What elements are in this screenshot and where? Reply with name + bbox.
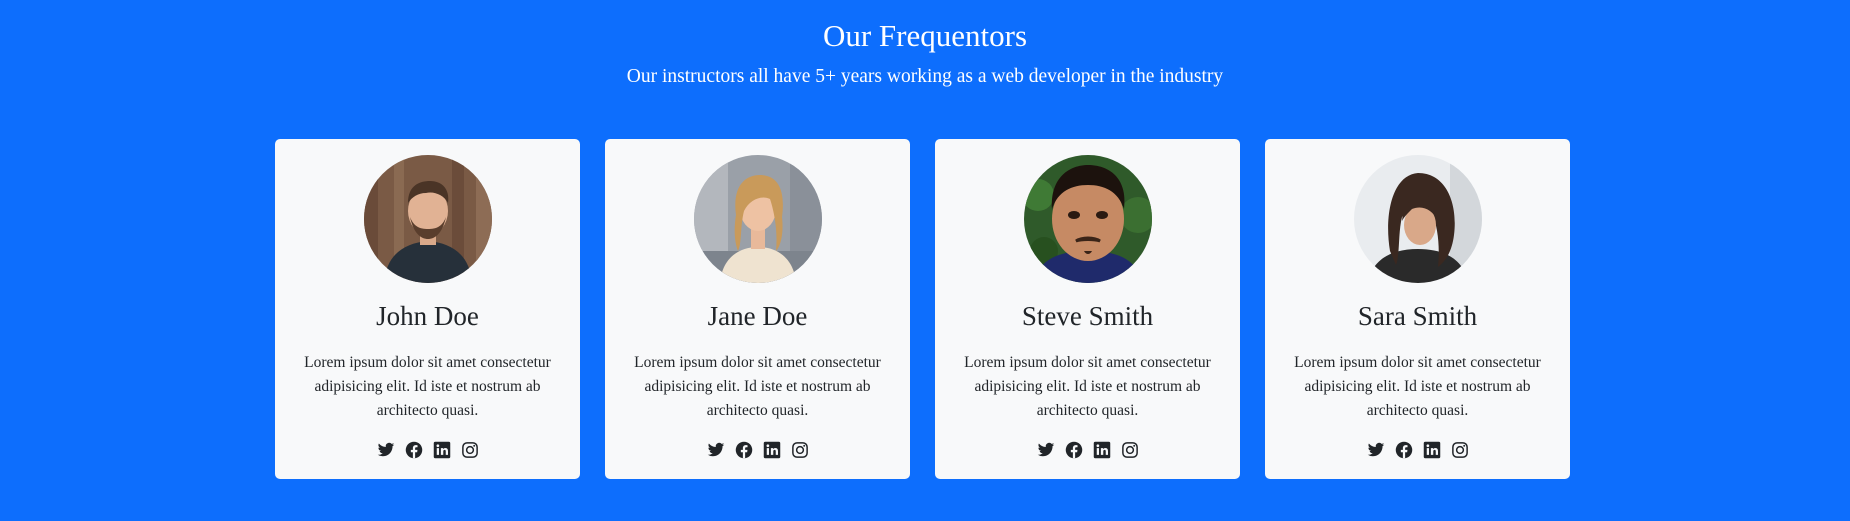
section-subtitle: Our instructors all have 5+ years workin… bbox=[626, 66, 1224, 87]
linkedin-icon[interactable] bbox=[1423, 441, 1441, 459]
twitter-icon[interactable] bbox=[1367, 441, 1385, 459]
social-links bbox=[275, 441, 580, 459]
instructors-section: Our Frequentors Our instructors all have… bbox=[0, 0, 1850, 521]
facebook-icon[interactable] bbox=[735, 441, 753, 459]
linkedin-icon[interactable] bbox=[763, 441, 781, 459]
twitter-icon[interactable] bbox=[707, 441, 725, 459]
instructor-card: John Doe Lorem ipsum dolor sit amet cons… bbox=[275, 139, 580, 479]
instagram-icon[interactable] bbox=[1451, 441, 1469, 459]
social-links bbox=[605, 441, 910, 459]
avatar bbox=[694, 155, 822, 283]
avatar bbox=[1024, 155, 1152, 283]
facebook-icon[interactable] bbox=[1065, 441, 1083, 459]
avatar bbox=[364, 155, 492, 283]
instructor-card: Sara Smith Lorem ipsum dolor sit amet co… bbox=[1265, 139, 1570, 479]
instructor-name: John Doe bbox=[376, 301, 479, 331]
instructor-name: Steve Smith bbox=[1021, 301, 1154, 331]
facebook-icon[interactable] bbox=[1395, 441, 1413, 459]
instructor-card: Steve Smith Lorem ipsum dolor sit amet c… bbox=[935, 139, 1240, 479]
instagram-icon[interactable] bbox=[791, 441, 809, 459]
instructor-bio: Lorem ipsum dolor sit amet consectetur a… bbox=[304, 354, 551, 419]
twitter-icon[interactable] bbox=[1037, 441, 1055, 459]
avatar bbox=[1354, 155, 1482, 283]
instructor-name: Sara Smith bbox=[1357, 301, 1478, 331]
twitter-icon[interactable] bbox=[377, 441, 395, 459]
instructor-bio: Lorem ipsum dolor sit amet consectetur a… bbox=[1294, 354, 1541, 419]
section-title: Our Frequentors bbox=[822, 18, 1028, 53]
instructor-bio: Lorem ipsum dolor sit amet consectetur a… bbox=[634, 354, 881, 419]
instructor-cards: John Doe Lorem ipsum dolor sit amet cons… bbox=[0, 139, 1850, 479]
facebook-icon[interactable] bbox=[405, 441, 423, 459]
instructor-bio: Lorem ipsum dolor sit amet consectetur a… bbox=[964, 354, 1211, 419]
instagram-icon[interactable] bbox=[461, 441, 479, 459]
social-links bbox=[1265, 441, 1570, 459]
social-links bbox=[935, 441, 1240, 459]
instagram-icon[interactable] bbox=[1121, 441, 1139, 459]
linkedin-icon[interactable] bbox=[433, 441, 451, 459]
linkedin-icon[interactable] bbox=[1093, 441, 1111, 459]
instructor-card: Jane Doe Lorem ipsum dolor sit amet cons… bbox=[605, 139, 910, 479]
instructor-name: Jane Doe bbox=[707, 301, 808, 331]
